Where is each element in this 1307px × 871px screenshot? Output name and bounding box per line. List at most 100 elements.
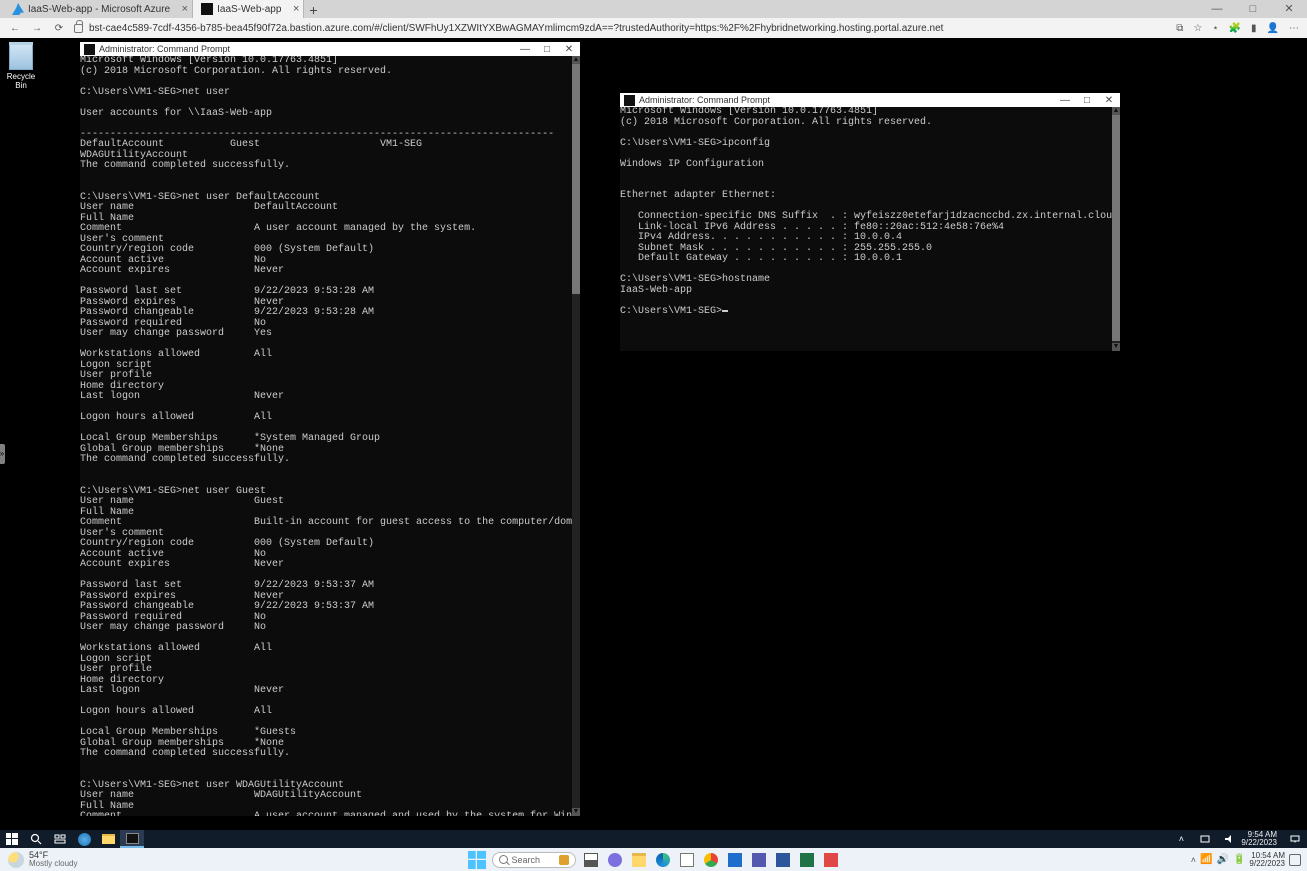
clock-date: 9/22/2023 <box>1241 839 1277 847</box>
title-bar[interactable]: Administrator: Command Prompt — □ ✕ <box>80 42 580 56</box>
remote-desktop[interactable]: Recycle Bin » Administrator: Command Pro… <box>0 38 1307 848</box>
taskbar-app-edge[interactable] <box>654 851 672 869</box>
tray-volume-icon[interactable] <box>1217 830 1241 848</box>
teams-icon <box>752 853 766 867</box>
icon-label: Recycle Bin <box>2 72 40 90</box>
address-bar[interactable]: bst-cae4c589-7cdf-4356-b785-bea45f90f72a… <box>74 23 1168 34</box>
search-box[interactable]: Search <box>492 852 576 868</box>
scroll-up-icon[interactable]: ▲ <box>1112 107 1120 115</box>
tray-network-icon[interactable] <box>1193 830 1217 848</box>
read-aloud-icon[interactable]: ☆ <box>1193 23 1202 34</box>
scroll-thumb[interactable] <box>572 64 580 294</box>
browser-chrome: IaaS-Web-app - Microsoft Azure × IaaS-We… <box>0 0 1307 38</box>
scroll-up-icon[interactable]: ▲ <box>572 56 580 64</box>
system-tray[interactable]: ˄ 📶 🔊 🔋 10:54 AM 9/22/2023 <box>1191 852 1307 868</box>
terminal-output[interactable]: Microsoft Windows [Version 10.0.17763.48… <box>620 107 1112 351</box>
cursor-icon <box>722 310 728 312</box>
minimize-button[interactable]: — <box>1199 0 1235 18</box>
close-button[interactable]: ✕ <box>1271 0 1307 18</box>
extensions-icon[interactable]: 🧩 <box>1229 23 1241 34</box>
ie-icon <box>78 833 91 846</box>
scrollbar[interactable]: ▲ ▼ <box>1112 107 1120 351</box>
lock-icon <box>74 24 83 33</box>
browser-action-icons: ⧉ ☆ ⋆ 🧩 ▮ 👤 ⋯ <box>1176 23 1299 34</box>
chrome-icon <box>704 853 718 867</box>
taskbar-app-explorer[interactable] <box>96 830 120 848</box>
browser-tab-strip: IaaS-Web-app - Microsoft Azure × IaaS-We… <box>0 0 1307 18</box>
snip-icon <box>824 853 838 867</box>
favorite-icon[interactable]: ⋆ <box>1212 23 1218 34</box>
close-icon[interactable]: × <box>293 3 299 15</box>
taskbar-app-cmd[interactable] <box>120 830 144 848</box>
word-icon <box>776 853 790 867</box>
app-icon[interactable]: ⧉ <box>1176 23 1183 34</box>
taskbar-app-explorer[interactable] <box>630 851 648 869</box>
taskbar-center: Search <box>468 851 840 869</box>
new-tab-button[interactable]: + <box>304 1 322 18</box>
back-button[interactable]: ← <box>8 23 22 34</box>
outlook-icon <box>728 853 742 867</box>
cmd-window-ipconfig[interactable]: Administrator: Command Prompt — □ ✕ Micr… <box>620 93 1120 351</box>
maximize-button[interactable]: □ <box>1076 95 1098 106</box>
window-title: Administrator: Command Prompt <box>639 95 1054 105</box>
task-view-button[interactable] <box>48 830 72 848</box>
close-button[interactable]: ✕ <box>558 44 580 55</box>
taskbar-app-outlook[interactable] <box>726 851 744 869</box>
tray-volume-icon[interactable]: 🔊 <box>1217 854 1229 865</box>
host-taskbar[interactable]: 54°F Mostly cloudy Search ˄ 📶 🔊 🔋 10:54 … <box>0 848 1307 871</box>
tray-chevron-icon[interactable]: ˄ <box>1169 830 1193 848</box>
cmd-window-netuser[interactable]: Administrator: Command Prompt — □ ✕ Micr… <box>80 42 580 816</box>
chat-icon <box>608 853 622 867</box>
task-view-icon <box>584 853 598 867</box>
taskbar-app-excel[interactable] <box>798 851 816 869</box>
taskbar-app-chat[interactable] <box>606 851 624 869</box>
notifications-button[interactable] <box>1289 854 1301 866</box>
browser-tab-bastion[interactable]: IaaS-Web-app × <box>193 0 304 18</box>
maximize-button[interactable]: □ <box>1235 0 1271 18</box>
browser-window-controls: — □ ✕ <box>1199 0 1307 18</box>
tray-battery-icon[interactable]: 🔋 <box>1233 854 1245 865</box>
weather-widget[interactable]: 54°F Mostly cloudy <box>0 851 77 868</box>
remote-taskbar[interactable]: ˄ 9:54 AM 9/22/2023 <box>0 830 1307 848</box>
taskbar-app-store[interactable] <box>678 851 696 869</box>
action-center-button[interactable] <box>1283 830 1307 848</box>
start-button[interactable] <box>468 851 486 869</box>
browser-tab-azure[interactable]: IaaS-Web-app - Microsoft Azure × <box>4 0 193 18</box>
tab-label: IaaS-Web-app - Microsoft Azure <box>28 4 170 15</box>
scrollbar[interactable]: ▲ ▼ <box>572 56 580 816</box>
chevron-up-icon[interactable]: ˄ <box>1191 855 1196 865</box>
host-clock[interactable]: 10:54 AM 9/22/2023 <box>1249 852 1285 868</box>
scroll-down-icon[interactable]: ▼ <box>572 808 580 816</box>
azure-icon <box>12 3 24 15</box>
minimize-button[interactable]: — <box>1054 95 1076 106</box>
taskbar-app-snip[interactable] <box>822 851 840 869</box>
forward-button[interactable]: → <box>30 23 44 34</box>
taskbar-app-ie[interactable] <box>72 830 96 848</box>
weather-desc: Mostly cloudy <box>29 860 77 868</box>
scroll-thumb[interactable] <box>1112 115 1120 341</box>
search-button[interactable] <box>24 830 48 848</box>
recycle-bin-icon[interactable]: Recycle Bin <box>2 44 40 90</box>
maximize-button[interactable]: □ <box>536 44 558 55</box>
close-button[interactable]: ✕ <box>1098 95 1120 106</box>
start-button[interactable] <box>0 830 24 848</box>
close-icon[interactable]: × <box>182 3 188 15</box>
collections-icon[interactable]: ▮ <box>1251 23 1257 34</box>
taskbar-app-word[interactable] <box>774 851 792 869</box>
remote-clock[interactable]: 9:54 AM 9/22/2023 <box>1241 831 1283 847</box>
tray-wifi-icon[interactable]: 📶 <box>1200 854 1212 865</box>
terminal-output[interactable]: Microsoft Windows [Version 10.0.17763.48… <box>80 56 572 816</box>
profile-icon[interactable]: 👤 <box>1267 23 1279 34</box>
title-bar[interactable]: Administrator: Command Prompt — □ ✕ <box>620 93 1120 107</box>
folder-icon <box>632 853 646 867</box>
scroll-down-icon[interactable]: ▼ <box>1112 343 1120 351</box>
task-view-button[interactable] <box>582 851 600 869</box>
minimize-button[interactable]: — <box>514 44 536 55</box>
browser-toolbar: ← → ⟳ bst-cae4c589-7cdf-4356-b785-bea45f… <box>0 18 1307 38</box>
taskbar-app-chrome[interactable] <box>702 851 720 869</box>
bastion-expand-handle[interactable]: » <box>0 444 5 464</box>
refresh-button[interactable]: ⟳ <box>52 23 66 34</box>
taskbar-app-teams[interactable] <box>750 851 768 869</box>
clock-date: 9/22/2023 <box>1249 860 1285 868</box>
menu-icon[interactable]: ⋯ <box>1289 23 1299 34</box>
